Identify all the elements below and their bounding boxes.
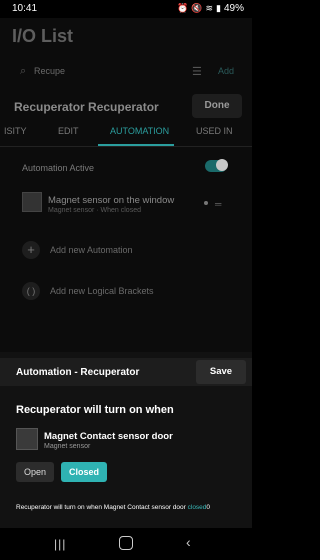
tab-edit[interactable]: EDIT xyxy=(58,126,79,136)
automation-active-label: Automation Active xyxy=(22,163,95,173)
tab-divider xyxy=(0,146,252,147)
back-icon[interactable]: ‹ xyxy=(186,534,191,550)
summary-text: Recuperator will turn on when Magnet Con… xyxy=(16,504,210,511)
plus-icon[interactable]: + xyxy=(22,241,40,259)
sensor-thumbnail-icon xyxy=(22,192,42,212)
summary-suffix: 0 xyxy=(206,504,211,511)
sensor-icon xyxy=(16,428,38,450)
alarm-icon: ⏰ xyxy=(177,3,189,13)
closed-button[interactable]: Closed xyxy=(61,462,107,482)
toggle-knob[interactable] xyxy=(216,159,228,171)
filter-icon[interactable]: ☰ xyxy=(192,65,202,78)
drag-handle-icon[interactable]: ═ xyxy=(215,199,221,209)
done-button[interactable]: Done xyxy=(192,94,242,118)
rule-title[interactable]: Magnet sensor on the window xyxy=(48,195,174,206)
condition-heading: Recuperator will turn on when xyxy=(16,404,174,416)
summary-prefix: Recuperator will turn on when Magnet Con… xyxy=(16,504,188,511)
brackets-icon[interactable]: ( ) xyxy=(22,282,40,300)
signal-icon: ▮ xyxy=(216,3,221,13)
tab-sensitivity[interactable]: ISITY xyxy=(4,126,27,136)
sheet-title: Automation - Recuperator xyxy=(16,367,140,378)
home-icon[interactable] xyxy=(119,536,133,550)
sensor-name: Magnet Contact sensor door xyxy=(44,431,173,442)
rule-subtitle: Magnet sensor · When closed xyxy=(48,207,141,214)
mute-icon: 🔇 xyxy=(191,3,203,13)
status-icons: ⏰ 🔇 ≋ ▮ 49% xyxy=(177,3,244,14)
battery-level: 49% xyxy=(223,3,244,14)
open-button[interactable]: Open xyxy=(16,462,54,482)
tab-used-in[interactable]: USED IN xyxy=(196,126,233,136)
search-icon: ⌕ xyxy=(20,65,27,77)
tab-automation[interactable]: AUTOMATION xyxy=(110,126,169,136)
sensor-type: Magnet sensor xyxy=(44,443,91,450)
add-brackets-button[interactable]: Add new Logical Brackets xyxy=(50,286,154,296)
clock: 10:41 xyxy=(12,3,38,14)
save-button[interactable]: Save xyxy=(196,360,246,384)
add-automation-button[interactable]: Add new Automation xyxy=(50,245,133,255)
search-input[interactable]: Recupe xyxy=(34,66,65,76)
recent-apps-icon[interactable]: ||| xyxy=(54,537,66,551)
wifi-icon: ≋ xyxy=(205,3,214,13)
tab-bar: ISITY EDIT AUTOMATION USED IN xyxy=(0,126,252,146)
summary-state: closed xyxy=(187,504,207,511)
status-dot-icon xyxy=(204,201,208,205)
page-title: I/O List xyxy=(12,26,74,46)
device-title: Recuperator Recuperator xyxy=(14,100,159,114)
add-link[interactable]: Add xyxy=(218,66,234,76)
